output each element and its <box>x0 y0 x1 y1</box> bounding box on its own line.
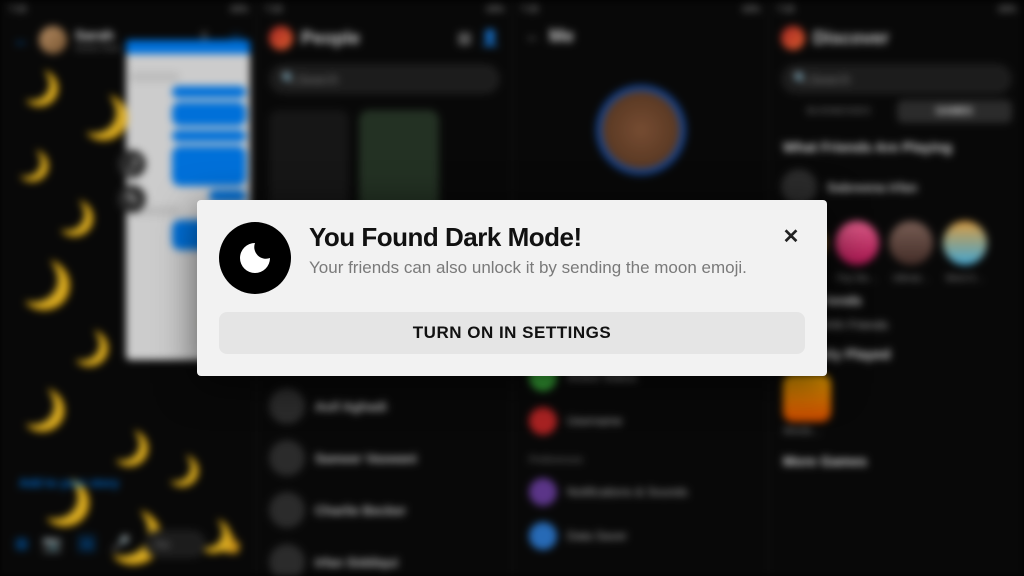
add-story: Add to your story <box>19 476 119 490</box>
back-icon: ← <box>525 28 541 46</box>
discover-tabs: BUSINESSES GAMES <box>781 100 1012 123</box>
share-icon: ⤴ <box>118 150 146 178</box>
search-icon: 🔍 <box>793 71 809 87</box>
tab-businesses: BUSINESSES <box>781 100 897 123</box>
mic-icon: 🎤 <box>111 534 131 554</box>
contact-row: Asif Aghadi <box>257 380 512 432</box>
moon-icon <box>219 222 291 294</box>
add-contact-icon: 👤 <box>480 28 500 48</box>
contact-row: Charlie Becker <box>257 484 512 536</box>
section-playing: What Friends Are Playing <box>769 129 1024 161</box>
setting-row: Notifications & Sounds <box>513 470 768 514</box>
contact-row: Sameer Vaswani <box>257 432 512 484</box>
preferences-label: Preferences <box>513 443 768 470</box>
discover-search: 🔍 Search <box>781 64 1012 94</box>
contact-row: Irfan Siddiqui <box>257 536 512 576</box>
thumbs-up-icon: 👍 <box>220 534 242 555</box>
apps-icon: ⊞ <box>15 534 28 554</box>
profile-avatar <box>596 85 686 175</box>
people-search: 🔍 Search <box>269 64 500 94</box>
search-icon: 🔍 <box>281 71 297 87</box>
setting-row: Data Saver <box>513 514 768 558</box>
close-button[interactable]: ✕ <box>777 222 805 250</box>
recent-game-label: Words… <box>783 426 1010 437</box>
contacts-icon: ▦ <box>457 28 472 48</box>
section-more: More Games <box>769 443 1024 475</box>
chat-input-bar: ⊞ 📷 🖼 🎤 Aa 👍 <box>1 530 256 558</box>
me-title: Me <box>549 26 574 47</box>
contacts-list: Asif Aghadi Sameer Vaswani Charlie Becke… <box>257 380 512 576</box>
edit-icon: ✎ <box>118 185 146 213</box>
gallery-icon: 🖼 <box>76 534 96 554</box>
camera-icon: 📷 <box>42 534 62 554</box>
recent-game-tile <box>783 374 831 422</box>
people-title: People <box>301 28 360 49</box>
modal-title: You Found Dark Mode! <box>309 222 759 253</box>
tab-games: GAMES <box>897 100 1013 123</box>
modal-body: Your friends can also unlock it by sendi… <box>309 257 759 280</box>
dark-mode-modal: You Found Dark Mode! Your friends can al… <box>197 200 827 376</box>
contact-status: Active Now <box>75 43 120 53</box>
discover-title: Discover <box>813 28 889 49</box>
status-bar: 7:2543% <box>1 0 256 18</box>
turn-on-settings-button[interactable]: TURN ON IN SETTINGS <box>219 312 805 354</box>
close-icon: ✕ <box>783 224 800 249</box>
back-icon: ← <box>13 30 31 51</box>
contact-name: Sarah <box>75 27 120 43</box>
setting-row: Username <box>513 399 768 443</box>
